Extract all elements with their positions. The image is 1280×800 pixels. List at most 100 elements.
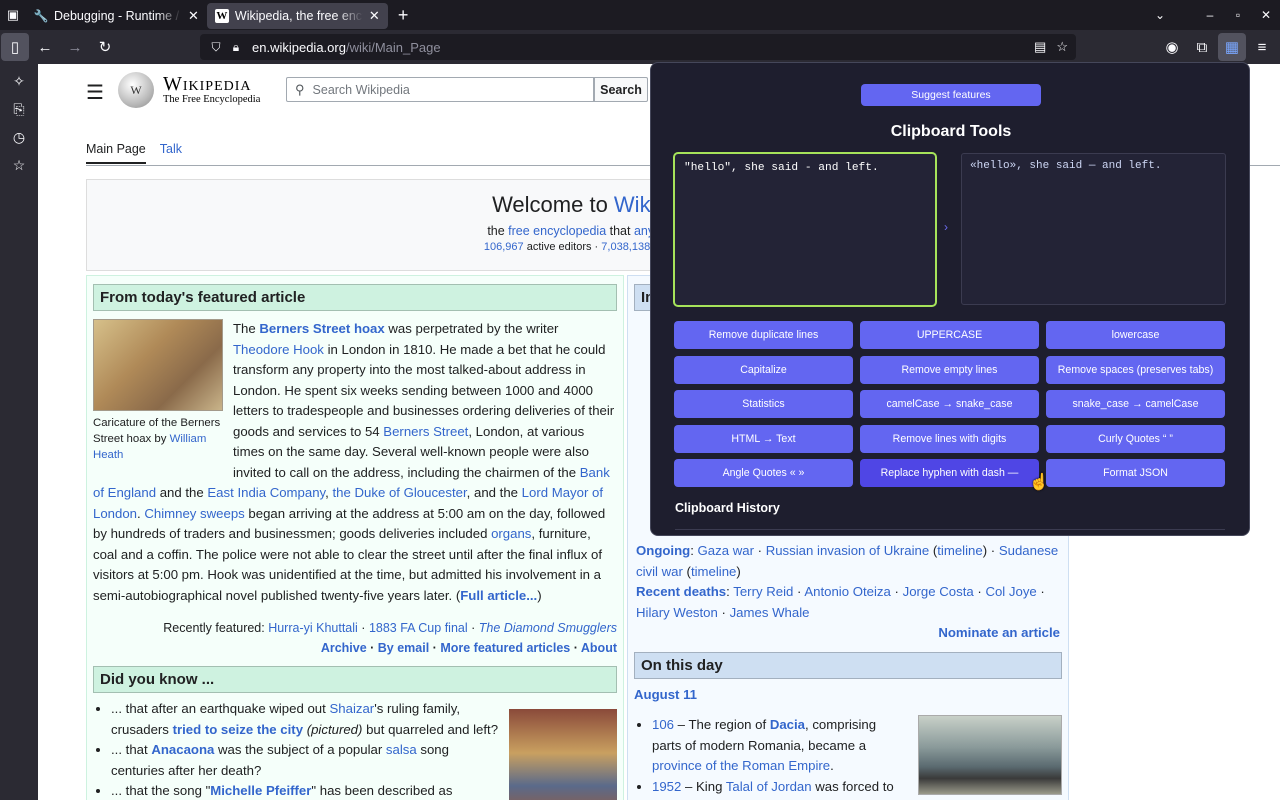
- list-all-tabs-icon[interactable]: ▣: [0, 0, 26, 30]
- more-featured-link[interactable]: More featured articles: [440, 641, 570, 655]
- remove-duplicate-lines-button[interactable]: Remove duplicate lines: [674, 321, 853, 349]
- search-button[interactable]: Search: [594, 77, 648, 102]
- russian-invasion-link[interactable]: Russian invasion of Ukraine: [766, 543, 929, 558]
- search-input[interactable]: ⚲ Search Wikipedia: [286, 77, 594, 102]
- reader-view-icon[interactable]: ▤: [1034, 39, 1046, 55]
- dacia-link[interactable]: Dacia: [770, 717, 805, 732]
- close-window-icon[interactable]: ✕: [1252, 8, 1280, 22]
- wikipedia-globe-logo[interactable]: W: [118, 72, 154, 108]
- shaizar-image[interactable]: [509, 709, 617, 800]
- by-email-link[interactable]: By email: [378, 641, 429, 655]
- death-link[interactable]: Antonio Oteiza: [804, 584, 891, 599]
- lock-icon[interactable]: 🔒︎: [226, 40, 246, 55]
- full-article-link[interactable]: Full article...: [460, 588, 537, 603]
- featured-article: Caricature of the Berners Street hoax by…: [93, 319, 615, 603]
- salsa-link[interactable]: salsa: [386, 742, 417, 757]
- timeline-link[interactable]: timeline: [937, 543, 982, 558]
- extensions-puzzle-icon[interactable]: ⧉: [1188, 33, 1216, 61]
- death-link[interactable]: Terry Reid: [733, 584, 793, 599]
- archive-link[interactable]: Archive: [321, 641, 367, 655]
- recent-deaths-link[interactable]: Recent deaths: [636, 584, 726, 599]
- recent-link-3[interactable]: The Diamond Smugglers: [479, 621, 617, 635]
- forward-arrow-icon[interactable]: →: [61, 33, 89, 61]
- close-tab-icon[interactable]: ✕: [369, 8, 380, 24]
- seize-city-link[interactable]: tried to seize the city: [173, 722, 303, 737]
- nominate-article-link[interactable]: Nominate an article: [938, 625, 1060, 640]
- east-india-company-link[interactable]: East India Company: [207, 485, 325, 500]
- suggest-features-button[interactable]: Suggest features: [861, 84, 1041, 106]
- input-textarea[interactable]: "hello", she said - and left.: [673, 152, 937, 307]
- history-clock-icon[interactable]: ◷: [5, 126, 33, 148]
- clipboard-extension-icon[interactable]: ▦: [1218, 33, 1246, 61]
- image-caption: Caricature of the Berners Street hoax by…: [93, 417, 221, 461]
- sidebar-toggle-icon[interactable]: ▯: [1, 33, 29, 61]
- recent-link-1[interactable]: Hurra-yi Khuttali: [268, 621, 358, 635]
- duke-of-gloucester-link[interactable]: the Duke of Gloucester: [333, 485, 467, 500]
- camel-to-snake-button[interactable]: camelCase → snake_case: [860, 390, 1039, 418]
- wikipedia-wordmark[interactable]: Wikipedia The Free Encyclopedia: [163, 73, 260, 105]
- menu-hamburger-icon[interactable]: ≡: [1248, 33, 1276, 61]
- reload-icon[interactable]: ↻: [91, 33, 119, 61]
- ongoing-label-link[interactable]: Ongoing: [636, 543, 690, 558]
- caricature-image[interactable]: [93, 319, 223, 411]
- curly-quotes-button[interactable]: Curly Quotes “ ”: [1046, 424, 1225, 453]
- tab-overflow-chevron-icon[interactable]: ⌄: [1146, 8, 1174, 22]
- restore-icon[interactable]: ▫: [1224, 8, 1252, 22]
- michelle-pfeiffer-link[interactable]: Michelle Pfeiffer: [210, 783, 311, 798]
- remove-empty-lines-button[interactable]: Remove empty lines: [860, 355, 1039, 384]
- theodore-hook-link[interactable]: Theodore Hook: [233, 342, 324, 357]
- lowercase-button[interactable]: lowercase: [1046, 321, 1225, 349]
- province-link[interactable]: province of the Roman Empire: [652, 758, 830, 773]
- remove-spaces-button[interactable]: Remove spaces (preserves tabs): [1046, 355, 1225, 384]
- berners-street-link[interactable]: Berners Street: [383, 424, 468, 439]
- recent-link-2[interactable]: 1883 FA Cup final: [369, 621, 468, 635]
- html-to-text-button[interactable]: HTML → Text: [674, 424, 853, 453]
- articles-count-link[interactable]: 7,038,138: [601, 241, 650, 253]
- new-tab-plus-icon[interactable]: +: [398, 5, 409, 26]
- tab-talk[interactable]: Talk: [160, 142, 182, 164]
- talal-link[interactable]: Talal of Jordan: [726, 779, 812, 794]
- death-link[interactable]: Jorge Costa: [903, 584, 974, 599]
- url-bar[interactable]: ⛉ 🔒︎ en.wikipedia.org/wiki/Main_Page ▤ ☆: [200, 34, 1076, 60]
- tab-wikipedia[interactable]: W Wikipedia, the free encyc ✕: [206, 3, 388, 29]
- synced-tabs-icon[interactable]: ⎘: [5, 98, 33, 120]
- output-textarea[interactable]: «hello», she said — and left.: [961, 153, 1226, 305]
- car-image[interactable]: [918, 714, 1062, 795]
- death-link[interactable]: Hilary Weston: [636, 605, 718, 620]
- main-menu-icon[interactable]: ☰: [86, 80, 104, 105]
- timeline-link[interactable]: timeline: [691, 564, 736, 579]
- year-link[interactable]: 106: [652, 717, 674, 732]
- shield-icon[interactable]: ⛉: [206, 40, 226, 55]
- active-editors-link[interactable]: 106,967: [484, 241, 524, 253]
- ai-chat-sparkle-icon[interactable]: ✧: [5, 70, 33, 92]
- date-link[interactable]: August 11: [634, 687, 697, 702]
- organs-link[interactable]: organs: [491, 526, 531, 541]
- url-text[interactable]: en.wikipedia.org/wiki/Main_Page: [252, 40, 441, 55]
- shaizar-link[interactable]: Shaizar: [329, 701, 374, 716]
- back-arrow-icon[interactable]: ←: [31, 33, 59, 61]
- year-link[interactable]: 1952: [652, 779, 681, 794]
- free-encyclopedia-link[interactable]: free encyclopedia: [508, 224, 606, 238]
- remove-lines-with-digits-button[interactable]: Remove lines with digits: [860, 424, 1039, 453]
- anacaona-link[interactable]: Anacaona: [151, 742, 214, 757]
- close-tab-icon[interactable]: ✕: [188, 8, 199, 24]
- minimize-icon[interactable]: –: [1196, 8, 1224, 22]
- angle-quotes-button[interactable]: Angle Quotes « »: [674, 459, 853, 487]
- death-link[interactable]: Col Joye: [985, 584, 1036, 599]
- berners-hoax-link[interactable]: Berners Street hoax: [259, 321, 384, 336]
- death-link[interactable]: James Whale: [730, 605, 810, 620]
- chimney-sweeps-link[interactable]: Chimney sweeps: [144, 506, 244, 521]
- tab-debugging[interactable]: 🔧 Debugging - Runtime / th ✕: [26, 3, 207, 29]
- account-icon[interactable]: ◉: [1158, 33, 1186, 61]
- replace-hyphen-with-dash-button[interactable]: Replace hyphen with dash —: [860, 459, 1039, 487]
- capitalize-button[interactable]: Capitalize: [674, 355, 853, 384]
- gaza-war-link[interactable]: Gaza war: [698, 543, 754, 558]
- bookmark-star-icon[interactable]: ☆: [1056, 39, 1068, 55]
- format-json-button[interactable]: Format JSON: [1046, 459, 1225, 487]
- tab-main-page[interactable]: Main Page: [86, 142, 146, 164]
- snake-to-camel-button[interactable]: snake_case → camelCase: [1046, 390, 1225, 418]
- uppercase-button[interactable]: UPPERCASE: [860, 321, 1039, 349]
- statistics-button[interactable]: Statistics: [674, 390, 853, 418]
- about-link[interactable]: About: [581, 641, 617, 655]
- bookmarks-star-icon[interactable]: ☆: [5, 154, 33, 176]
